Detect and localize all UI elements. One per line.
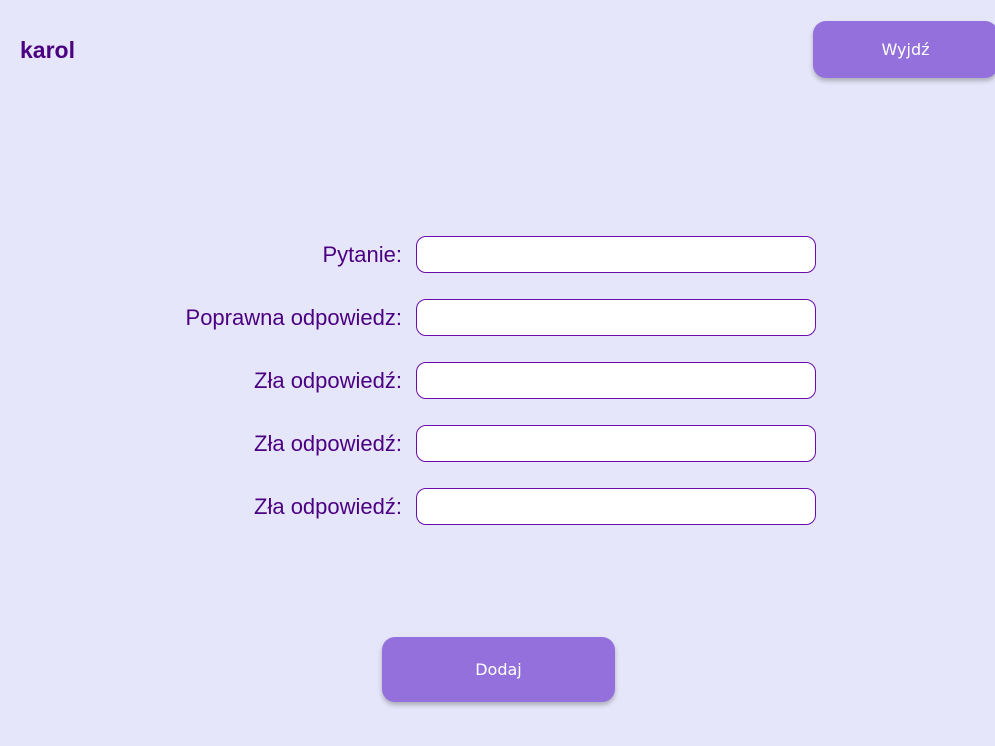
wrong-answer-2-label: Zła odpowiedź:: [254, 431, 402, 456]
logout-button[interactable]: Wyjdź: [813, 21, 995, 78]
wrong-answer-3-label: Zła odpowiedź:: [254, 494, 402, 519]
correct-answer-input[interactable]: [416, 299, 816, 336]
wrong-answer-1-input[interactable]: [416, 362, 816, 399]
form-row-question: Pytanie:: [0, 236, 995, 274]
add-button[interactable]: Dodaj: [382, 637, 615, 702]
wrong-answer-3-input[interactable]: [416, 488, 816, 525]
question-label: Pytanie:: [322, 242, 403, 267]
correct-answer-label: Poprawna odpowiedz:: [185, 305, 402, 330]
form-row-wrong-answer-1: Zła odpowiedź:: [0, 362, 995, 400]
form-row-correct-answer: Poprawna odpowiedz:: [0, 299, 995, 337]
question-input[interactable]: [416, 236, 816, 273]
form-row-wrong-answer-3: Zła odpowiedź:: [0, 488, 995, 526]
wrong-answer-1-label: Zła odpowiedź:: [254, 368, 402, 393]
form-row-wrong-answer-2: Zła odpowiedź:: [0, 425, 995, 463]
username-label: karol: [20, 37, 75, 63]
wrong-answer-2-input[interactable]: [416, 425, 816, 462]
